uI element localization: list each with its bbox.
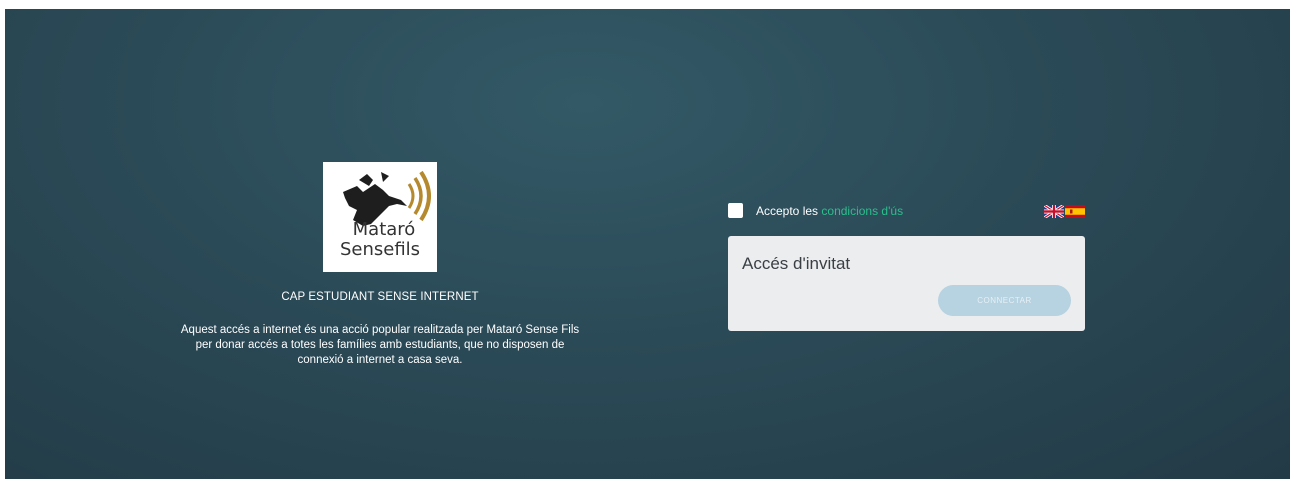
english-flag-icon[interactable] [1044, 205, 1064, 218]
description-line: Aquest accés a internet és una acció pop… [180, 324, 580, 336]
description-line: connexió a internet a casa seva. [297, 354, 463, 366]
terms-checkbox[interactable] [728, 203, 743, 218]
mataro-sensefils-logo: Mataró Sensefils [323, 162, 437, 272]
terms-link[interactable]: condicions d'ús [821, 204, 903, 218]
language-selector [1044, 205, 1085, 218]
connect-button[interactable]: CONNECTAR [938, 285, 1071, 316]
description-line: per donar accés a totes les famílies amb… [195, 339, 565, 351]
guest-access-panel: Accés d'invitat CONNECTAR [728, 236, 1085, 331]
terms-prefix: Accepto les [756, 204, 819, 218]
logo-line-2: Sensefils [339, 239, 421, 260]
terms-row: Accepto les condicions d'ús [728, 201, 1085, 223]
logo-line-1: Mataró [352, 219, 416, 240]
page-heading: CAP ESTUDIANT SENSE INTERNET [281, 291, 479, 303]
info-section: Mataró Sensefils CAP ESTUDIANT SENSE INT… [145, 162, 615, 368]
login-section: Accepto les condicions d'ús Accés d'invi… [728, 201, 1085, 331]
portal-background: Mataró Sensefils CAP ESTUDIANT SENSE INT… [5, 9, 1290, 479]
description: Aquest accés a internet és una acció pop… [145, 323, 615, 368]
spanish-flag-icon[interactable] [1065, 205, 1085, 218]
terms-label: Accepto les condicions d'ús [756, 204, 903, 218]
guest-access-title: Accés d'invitat [742, 254, 851, 273]
